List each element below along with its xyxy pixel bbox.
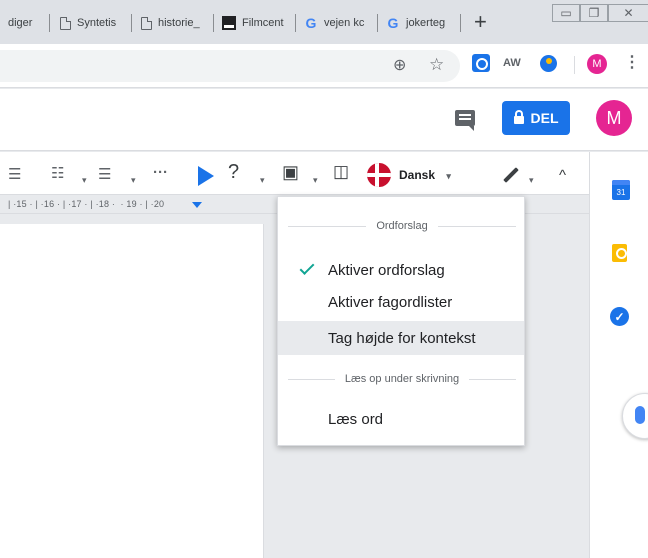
minimize-button[interactable]: ▭ <box>552 4 580 22</box>
calendar-day: 31 <box>616 187 626 197</box>
lock-icon <box>513 110 524 124</box>
chevron-down-icon[interactable]: ▾ <box>131 172 136 188</box>
google-icon: G <box>387 15 399 31</box>
language-select[interactable]: Dansk ▾ <box>399 168 451 182</box>
indent-marker-icon[interactable] <box>192 202 202 208</box>
tab-syntetis[interactable]: Syntetis <box>60 8 128 38</box>
tab-historie[interactable]: historie_ <box>141 8 211 38</box>
tab-separator <box>295 14 296 32</box>
tab-title: Syntetis <box>77 17 117 29</box>
menu-item-aktiver-fagordlister[interactable]: Aktiver fagordlister <box>278 285 524 319</box>
section-title: Ordforslag <box>376 220 428 232</box>
chevron-down-icon[interactable]: ▾ <box>529 172 534 188</box>
restore-button[interactable]: ❐ <box>580 4 608 22</box>
account-avatar[interactable]: M <box>596 100 632 136</box>
menu-item-label: Aktiver fagordlister <box>328 293 453 311</box>
ruler-numbers: | ·15 · | ·16 · | ·17 · | ·18 · · 19 · |… <box>8 199 165 209</box>
section-title: Læs op under skrivning <box>344 373 460 385</box>
tab-separator <box>131 14 132 32</box>
menu-section-heading: Læs op under skrivning <box>278 370 526 388</box>
menu-item-label: Tag højde for kontekst <box>328 329 476 347</box>
tab-filmcent[interactable]: Filmcent <box>222 8 288 38</box>
omnibox[interactable] <box>0 50 460 82</box>
document-page[interactable] <box>0 224 264 558</box>
indent-icon[interactable]: ☰ <box>8 167 21 183</box>
menu-item-aktiver-ordforslag[interactable]: Aktiver ordforslag <box>278 253 524 287</box>
menu-item-laes-ord[interactable]: Læs ord <box>278 402 524 436</box>
tab-title: Filmcent <box>242 17 284 29</box>
tab-title: diger <box>8 17 33 29</box>
calendar-icon[interactable]: 31 <box>612 180 630 200</box>
zoom-icon[interactable]: ⊕ <box>393 56 406 76</box>
menu-section-heading: Ordforslag <box>278 217 526 235</box>
divider <box>288 225 367 227</box>
star-icon[interactable]: ☆ <box>429 55 444 75</box>
extension-icon[interactable] <box>472 54 490 72</box>
browser-menu-icon[interactable]: ⋮ <box>624 52 640 72</box>
aw-extension-icon[interactable]: AW <box>503 57 521 69</box>
numbered-list-icon[interactable]: ☷ <box>51 166 64 182</box>
share-label: DEL <box>530 110 559 126</box>
play-icon[interactable] <box>198 166 214 186</box>
chevron-down-icon[interactable]: ▾ <box>82 172 87 188</box>
menu-item-label: Aktiver ordforslag <box>328 261 445 279</box>
ear-icon[interactable]: ? <box>228 162 239 182</box>
globe-extension-icon[interactable] <box>540 55 557 72</box>
google-icon: G <box>305 15 317 31</box>
chevron-down-icon: ▾ <box>446 171 451 181</box>
divider <box>437 225 517 227</box>
keep-icon[interactable] <box>612 244 627 262</box>
comment-icon[interactable] <box>455 110 475 131</box>
tab-title: jokerteg <box>406 17 446 29</box>
more-icon[interactable]: ··· <box>153 165 168 181</box>
bulleted-list-icon[interactable]: ☰ <box>98 167 111 183</box>
new-tab-button[interactable]: + <box>474 10 487 34</box>
danish-flag-icon[interactable] <box>367 163 391 187</box>
tab-jokerteg[interactable]: G jokerteg <box>386 8 452 38</box>
tab-title: historie_ <box>158 17 200 29</box>
chevron-down-icon[interactable]: ▾ <box>313 172 318 188</box>
close-button[interactable]: ✕ <box>608 4 648 22</box>
word-prediction-icon[interactable]: ▣ <box>282 163 299 181</box>
divider <box>288 378 335 380</box>
tab-separator <box>460 14 461 32</box>
language-label: Dansk <box>399 168 436 182</box>
film-icon <box>222 16 236 30</box>
divider <box>469 378 516 380</box>
collapse-toolbar-icon[interactable]: ^ <box>559 168 566 184</box>
tab-vejen[interactable]: G vejen kc <box>304 8 370 38</box>
dictionary-icon[interactable]: ◫ <box>333 163 349 180</box>
tab-diger[interactable]: diger <box>8 8 38 38</box>
tasks-icon[interactable]: ✓ <box>610 307 629 326</box>
side-panel <box>589 152 648 558</box>
tab-title: vejen kc <box>324 17 365 29</box>
menu-item-tag-hojde-for-kontekst[interactable]: Tag højde for kontekst <box>278 321 524 355</box>
toolbar-separator <box>574 56 575 74</box>
document-icon <box>60 16 71 30</box>
tab-strip: diger Syntetis historie_ Filmcent G veje… <box>0 0 648 44</box>
browser-avatar[interactable]: M <box>587 54 607 74</box>
tab-separator <box>213 14 214 32</box>
tab-separator <box>377 14 378 32</box>
document-icon <box>141 16 152 30</box>
tab-separator <box>49 14 50 32</box>
menu-item-label: Læs ord <box>328 410 384 428</box>
share-button[interactable]: DEL <box>502 101 570 135</box>
chevron-down-icon[interactable]: ▾ <box>260 172 265 188</box>
check-icon <box>299 260 315 275</box>
word-prediction-menu: Ordforslag Aktiver ordforslag Aktiver fa… <box>277 196 525 446</box>
